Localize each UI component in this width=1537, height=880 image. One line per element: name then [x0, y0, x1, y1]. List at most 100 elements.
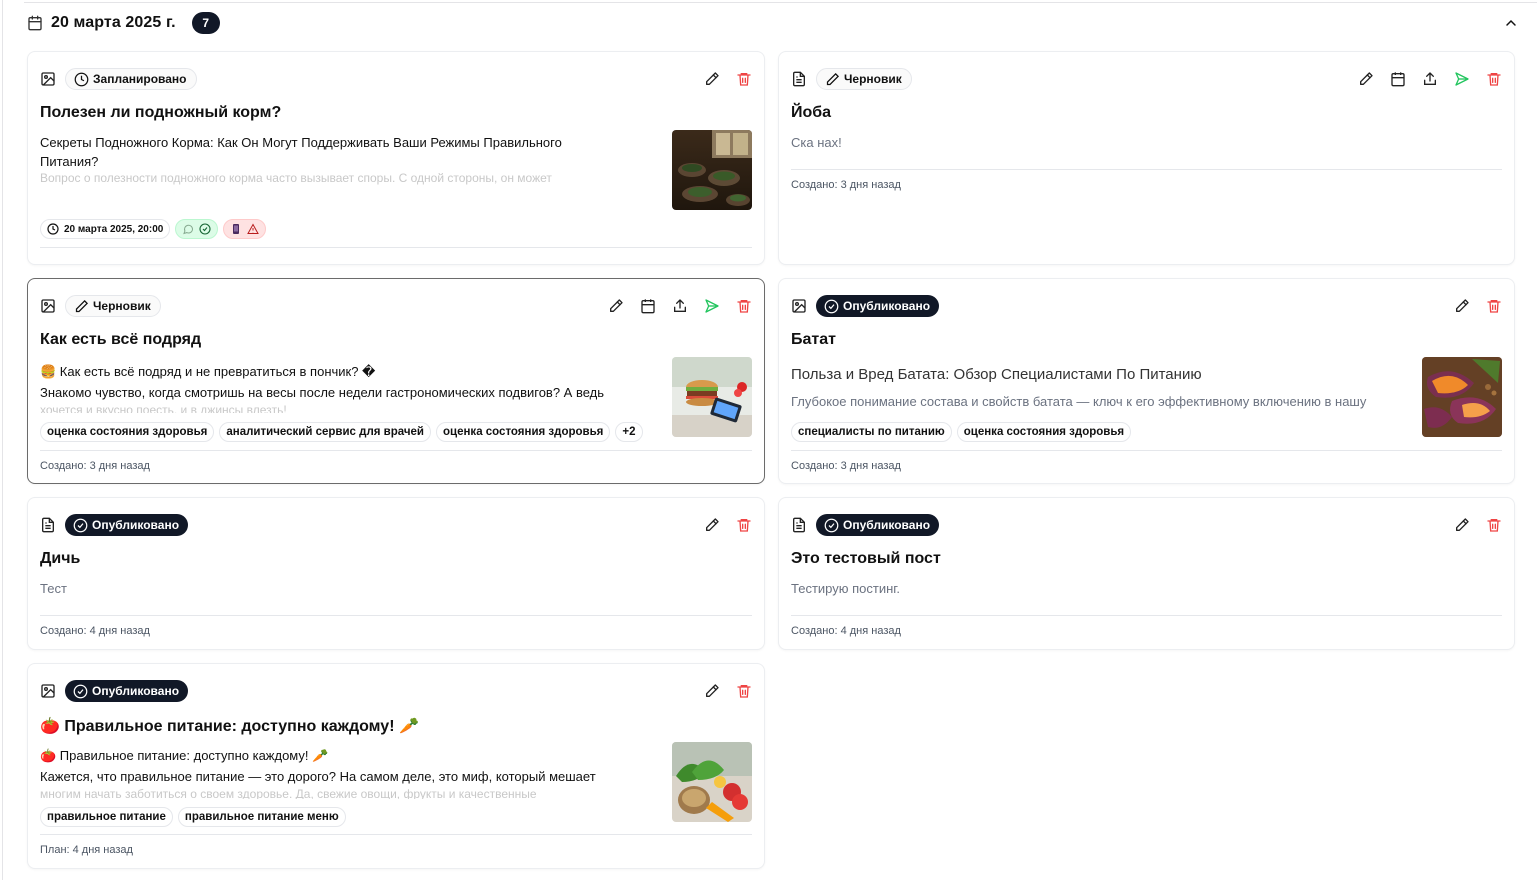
card-divider [40, 834, 752, 835]
post-card[interactable]: Опубликовано 🍅 Правильное питание: досту… [27, 663, 765, 869]
schedule-label: 20 марта 2025, 20:00 [64, 223, 164, 235]
clock-icon [47, 223, 59, 235]
share-icon[interactable] [672, 298, 688, 314]
delete-icon[interactable] [736, 71, 752, 87]
edit-icon[interactable] [704, 517, 720, 533]
text-post-icon [793, 517, 805, 533]
image-post-icon [41, 72, 55, 86]
pencil-icon [75, 299, 89, 312]
post-card[interactable]: Запланировано Полезен ли подножный корм?… [27, 51, 765, 265]
created-meta: Создано: 4 дня назад [791, 625, 901, 637]
status-badge: Запланировано [65, 68, 197, 90]
edit-icon[interactable] [608, 298, 624, 314]
card-divider [40, 247, 752, 248]
more-tags-badge[interactable]: +2 [615, 422, 643, 442]
edit-icon[interactable] [1358, 71, 1374, 87]
channel-status-error [223, 219, 267, 239]
status-badge: Черновик [65, 295, 161, 317]
tag[interactable]: правильное питание меню [177, 807, 346, 827]
created-meta: Создано: 3 дня назад [791, 460, 901, 472]
created-meta: Создано: 4 дня назад [40, 625, 150, 637]
status-badge: Опубликовано [816, 295, 940, 317]
check-circle-icon [73, 684, 88, 698]
date-title: 20 марта 2025 г. [51, 14, 176, 31]
created-meta: План: 4 дня назад [40, 844, 133, 856]
status-badge: Опубликовано [65, 514, 189, 536]
created-meta: Создано: 3 дня назад [791, 179, 901, 191]
post-description: Ска нах! [791, 135, 842, 150]
edit-icon[interactable] [704, 71, 720, 87]
post-thumbnail [672, 357, 752, 437]
delete-icon[interactable] [1486, 71, 1502, 87]
calendar-icon [28, 15, 42, 31]
chat-icon [183, 224, 194, 235]
share-icon[interactable] [1422, 71, 1438, 87]
status-label: Опубликовано [92, 518, 180, 532]
post-card[interactable]: Черновик Как есть всё подряд 🍔 Как есть … [27, 278, 765, 484]
tag-list: оценка состояния здоровья аналитический … [40, 422, 643, 442]
post-description: Тест [40, 581, 67, 596]
post-title: Полезен ли подножный корм? [40, 104, 282, 121]
post-card[interactable]: Опубликовано Это тестовый пост Тестирую … [778, 497, 1515, 650]
status-label: Опубликовано [843, 299, 931, 313]
post-card[interactable]: Опубликовано Дичь Тест Создано: 4 дня на… [27, 497, 765, 650]
publish-icon[interactable] [1454, 71, 1470, 87]
status-label: Черновик [93, 299, 151, 313]
delete-icon[interactable] [1486, 298, 1502, 314]
post-description: Секреты Подножного Корма: Как Он Могут П… [40, 135, 562, 185]
text-post-icon [793, 71, 805, 87]
delete-icon[interactable] [736, 683, 752, 699]
status-label: Опубликовано [92, 684, 180, 698]
card-divider [791, 450, 1502, 451]
post-title: 🍅 Правильное питание: доступно каждому! … [40, 718, 419, 735]
card-divider [40, 615, 752, 616]
tag[interactable]: оценка состояния здоровья [956, 422, 1132, 442]
date-group-header: 20 марта 2025 г. 7 [27, 12, 220, 34]
edit-icon[interactable] [704, 683, 720, 699]
text-post-icon [42, 517, 54, 533]
clock-icon [74, 72, 89, 86]
post-description: Тестирую постинг. [791, 581, 901, 596]
publish-icon[interactable] [704, 298, 720, 314]
status-badge: Опубликовано [65, 680, 189, 702]
schedule-pill: 20 марта 2025, 20:00 [40, 219, 171, 239]
status-label: Опубликовано [843, 518, 931, 532]
delete-icon[interactable] [1486, 517, 1502, 533]
schedule-icon[interactable] [1390, 71, 1406, 87]
post-title: Батат [791, 331, 836, 348]
warning-icon [247, 223, 260, 234]
created-meta: Создано: 3 дня назад [40, 460, 150, 472]
post-description: 🍔 Как есть всё подряд и не превратиться … [40, 364, 605, 413]
post-subtitle: Польза и Вред Батата: Обзор Специалистам… [791, 366, 1202, 383]
check-circle-icon [199, 223, 211, 235]
card-divider [791, 169, 1502, 170]
chevron-up-icon[interactable] [1503, 15, 1519, 31]
tag[interactable]: оценка состояния здоровья [436, 422, 611, 442]
image-post-icon [41, 684, 55, 698]
delete-icon[interactable] [736, 298, 752, 314]
tag[interactable]: аналитический сервис для врачей [219, 422, 431, 442]
post-card[interactable]: Черновик Йоба Ска нах! Создано: 3 дня на… [778, 51, 1515, 265]
post-count-badge: 7 [191, 12, 220, 34]
post-description: Глубокое понимание состава и свойств бат… [791, 394, 1367, 409]
status-badge: Черновик [816, 68, 912, 90]
edit-icon[interactable] [1454, 517, 1470, 533]
tag-list: правильное питание правильное питание ме… [40, 807, 346, 827]
tag[interactable]: специалисты по питанию [791, 422, 952, 442]
device-icon [233, 224, 240, 234]
edit-icon[interactable] [1454, 298, 1470, 314]
post-title: Это тестовый пост [791, 550, 941, 567]
post-thumbnail [672, 742, 752, 822]
top-divider [24, 2, 1537, 3]
delete-icon[interactable] [736, 517, 752, 533]
status-badge: Опубликовано [816, 514, 940, 536]
tag[interactable]: оценка состояния здоровья [40, 422, 215, 442]
schedule-icon[interactable] [640, 298, 656, 314]
tag[interactable]: правильное питание [40, 807, 173, 827]
status-label: Запланировано [93, 72, 187, 86]
check-circle-icon [824, 518, 839, 532]
post-title: Дичь [40, 550, 81, 567]
channel-status-ok [175, 219, 219, 239]
pencil-icon [826, 72, 840, 85]
post-card[interactable]: Опубликовано Батат Польза и Вред Батата:… [778, 278, 1515, 484]
